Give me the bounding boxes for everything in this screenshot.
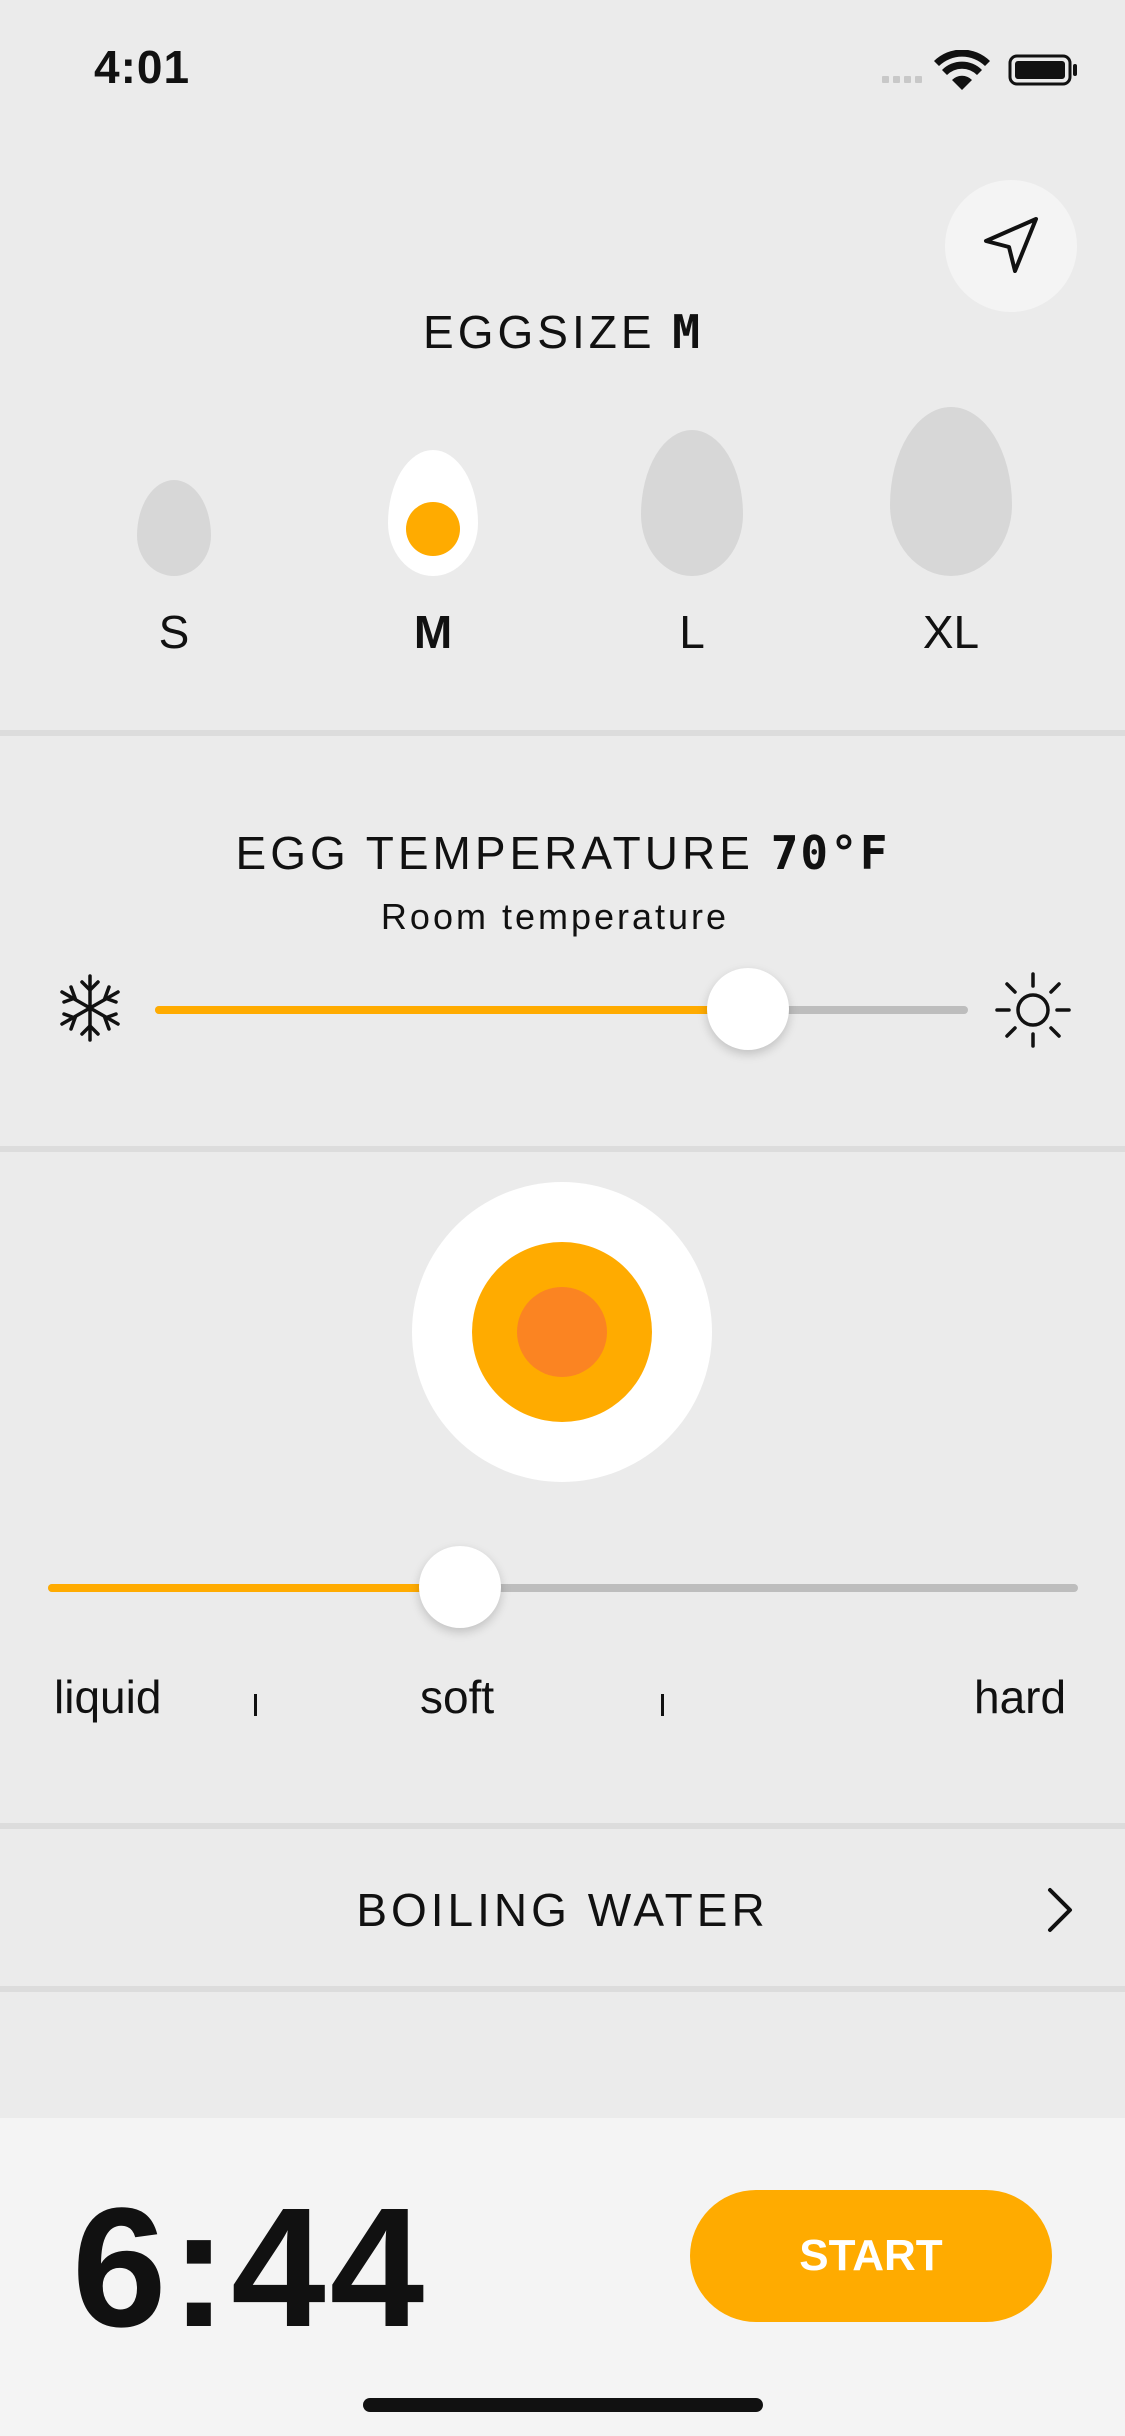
egg-size-s-label[interactable]: S: [74, 605, 274, 659]
home-indicator[interactable]: [363, 2398, 763, 2412]
divider: [0, 1146, 1125, 1152]
egg-size-xl[interactable]: [890, 407, 1012, 576]
temperature-title: EGG TEMPERATURE 70°F: [0, 826, 1125, 880]
timer-display: 6:44: [72, 2173, 429, 2363]
doneness-tick: [254, 1694, 257, 1716]
egg-size-s[interactable]: [137, 480, 211, 576]
boiling-water-row[interactable]: BOILING WATER: [0, 1830, 1125, 1990]
divider: [0, 730, 1125, 736]
location-arrow-icon: [984, 217, 1038, 273]
sun-icon: [993, 970, 1073, 1055]
battery-icon: [1008, 54, 1077, 86]
egg-size-m[interactable]: [388, 450, 478, 576]
divider: [0, 1823, 1125, 1829]
doneness-label-soft: soft: [420, 1671, 495, 1723]
status-time: 4:01: [94, 41, 191, 93]
egg-yolk-icon: [406, 502, 460, 556]
egg-size-xl-label[interactable]: XL: [851, 605, 1051, 659]
start-button[interactable]: START: [690, 2190, 1052, 2322]
doneness-tick: [661, 1694, 664, 1716]
chevron-right-icon: [1042, 1886, 1078, 1939]
egg-doneness-core: [517, 1287, 607, 1377]
temperature-subtitle: Room temperature: [380, 896, 730, 937]
status-icons: [880, 49, 1080, 90]
eggsize-title: EGGSIZE M: [0, 305, 1125, 359]
wifi-icon: [934, 49, 990, 90]
temperature-label: EGG TEMPERATURE: [235, 827, 754, 879]
doneness-slider-fill: [48, 1584, 460, 1592]
divider: [0, 1986, 1125, 1992]
temperature-value: 70°F: [770, 826, 890, 880]
snowflake-icon: [54, 972, 126, 1049]
location-button[interactable]: [945, 180, 1077, 312]
eggsize-label: EGGSIZE: [423, 306, 656, 358]
doneness-slider-thumb[interactable]: [419, 1546, 501, 1628]
doneness-label-liquid: liquid: [54, 1671, 162, 1723]
egg-size-m-label[interactable]: M: [333, 605, 533, 659]
signal-icon: [882, 49, 1077, 90]
temperature-slider-thumb[interactable]: [707, 968, 790, 1050]
eggsize-value: M: [672, 305, 702, 359]
egg-size-l[interactable]: [641, 430, 743, 576]
boiling-water-label: BOILING WATER: [356, 1884, 769, 1936]
temperature-slider-fill: [155, 1006, 749, 1014]
egg-size-l-label[interactable]: L: [592, 605, 792, 659]
doneness-label-hard: hard: [974, 1671, 1067, 1723]
